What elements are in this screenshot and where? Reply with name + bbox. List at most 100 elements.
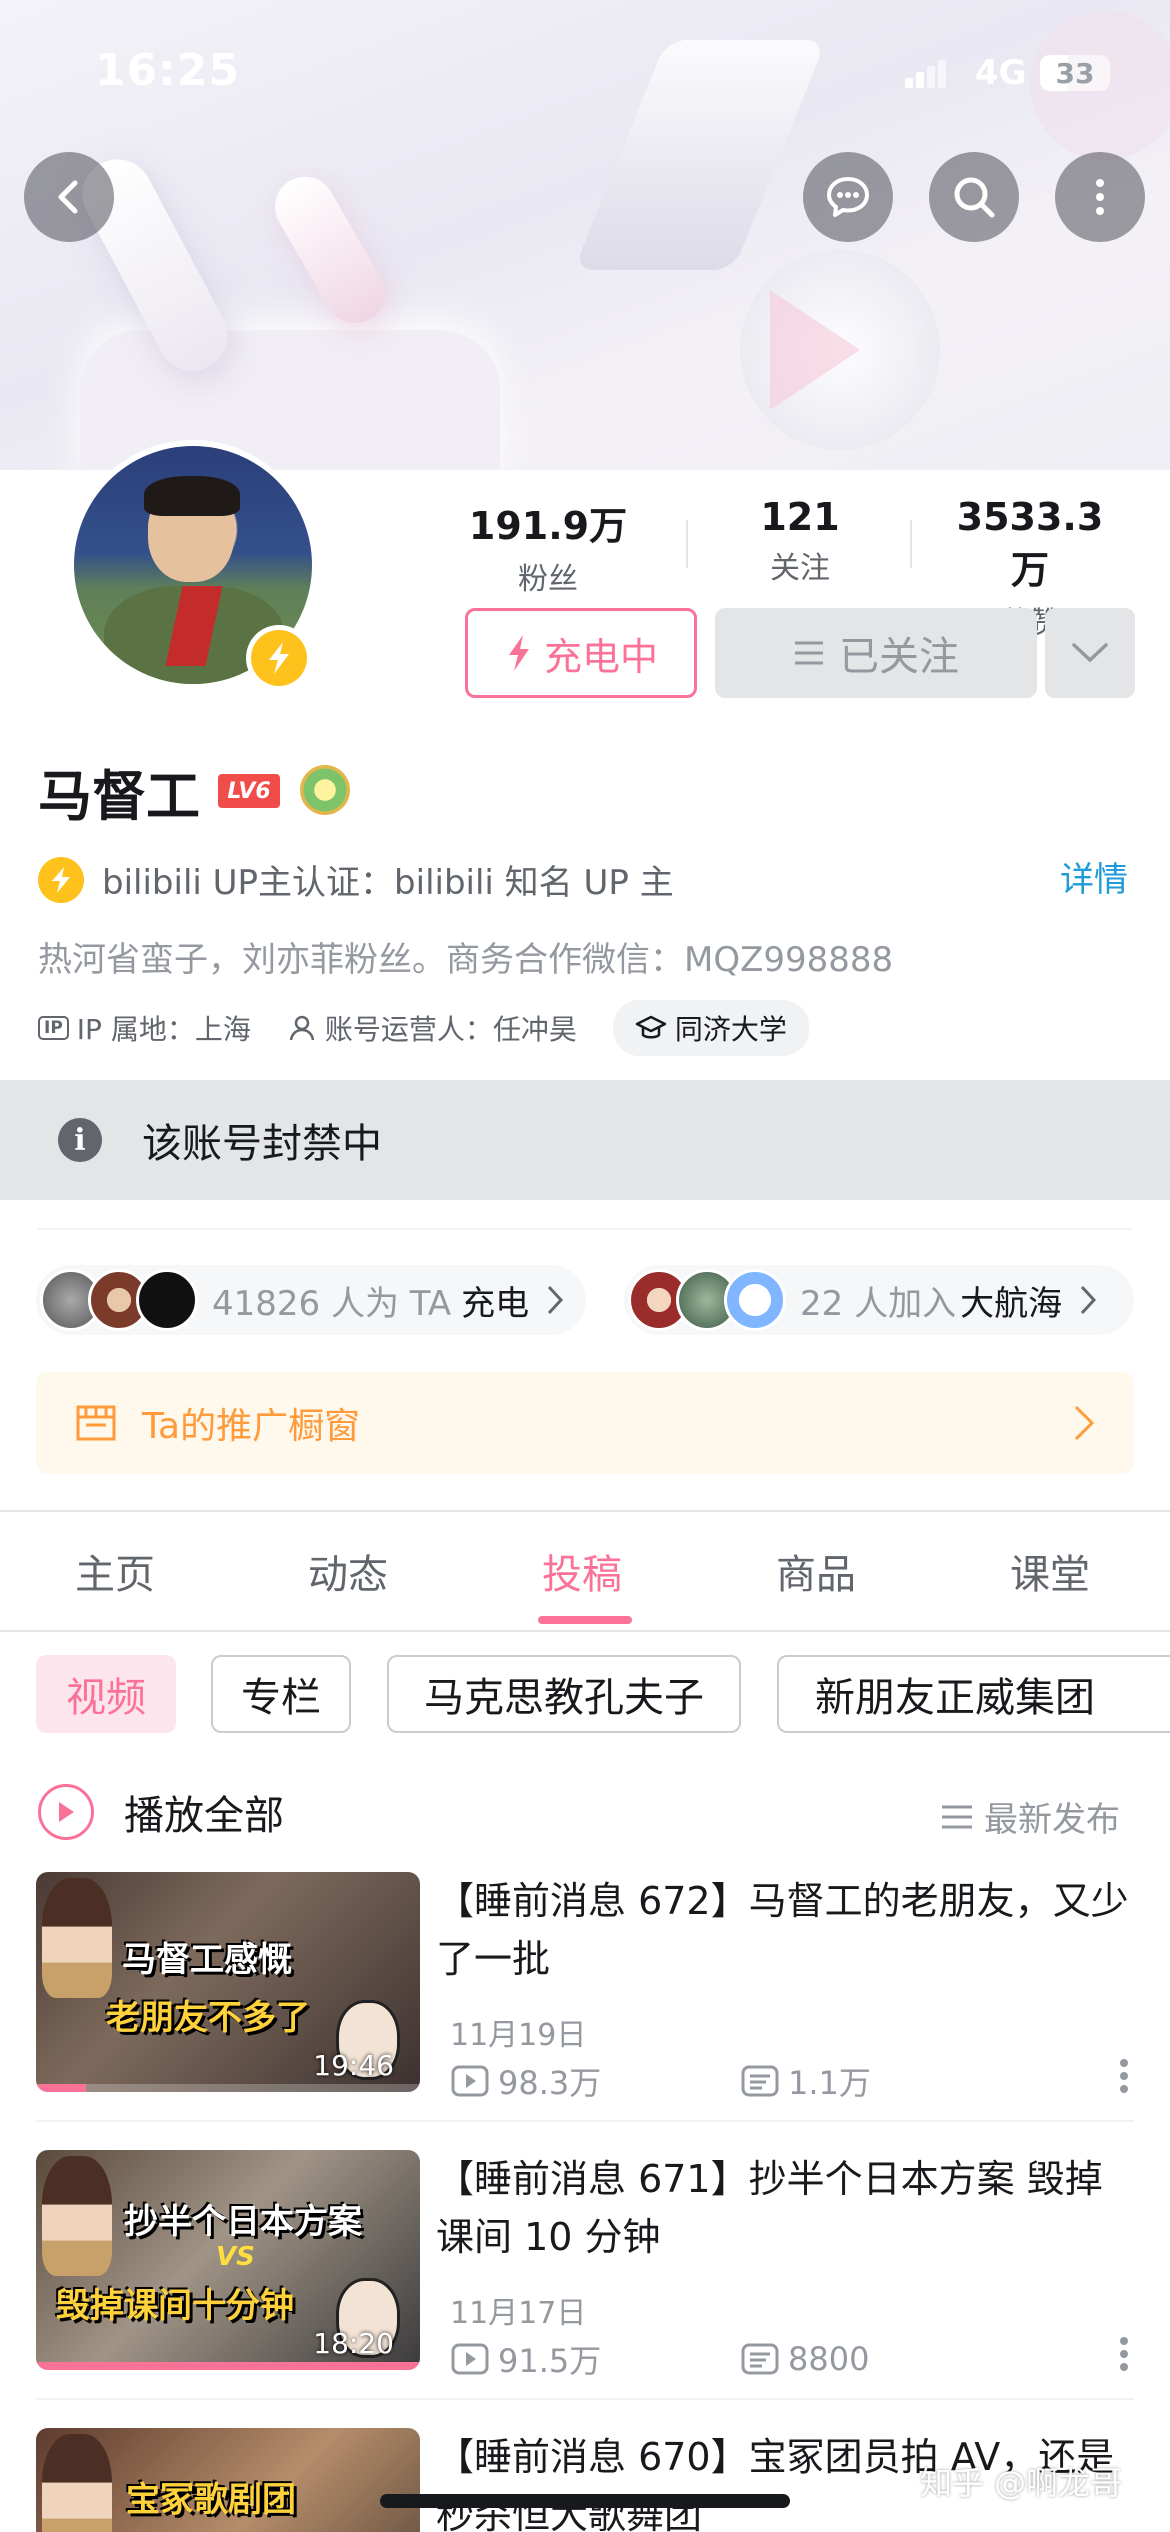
danmaku-count-text: 1.1万 <box>788 2064 871 2102</box>
watch-progress <box>36 2362 420 2370</box>
stat-label: 粉丝 <box>518 562 578 597</box>
school-text: 同济大学 <box>674 1013 787 1046</box>
info-icon: i <box>58 1118 102 1162</box>
active-tab-indicator <box>538 1616 632 1624</box>
play-all-button[interactable]: 播放全部 <box>38 1783 284 1841</box>
video-stats: 98.3万 1.1万 <box>450 2058 1140 2104</box>
stat-following[interactable]: 121 关注 <box>730 495 870 587</box>
thumbnail-caption: 抄半个日本方案 <box>124 2202 362 2242</box>
person-icon <box>289 1015 315 1041</box>
chevron-right-icon <box>1080 1285 1097 1315</box>
danmaku-count-text: 8800 <box>788 2340 870 2378</box>
banned-text: 该账号封禁中 <box>142 1121 382 1167</box>
shop-window-label: Ta的推广橱窗 <box>142 1406 361 1447</box>
danmaku-count: 8800 <box>740 2340 869 2378</box>
play-count-icon <box>451 2343 489 2375</box>
school-tag[interactable]: 同济大学 <box>612 1000 809 1056</box>
search-button[interactable] <box>929 152 1019 242</box>
video-duration: 19:46 <box>313 2049 394 2082</box>
storefront-icon <box>76 1405 116 1441</box>
tab-uploads[interactable]: 投稿 <box>542 1542 622 1600</box>
divider <box>38 1228 1132 1230</box>
account-operator[interactable]: 账号运营人：任冲昊 <box>287 1008 577 1048</box>
follow-dropdown-button[interactable] <box>1045 608 1135 698</box>
video-duration: 18:20 <box>313 2327 394 2360</box>
shop-window-banner[interactable]: Ta的推广橱窗 <box>36 1372 1134 1474</box>
view-count-text: 91.5万 <box>498 2342 602 2380</box>
more-button[interactable] <box>1055 152 1145 242</box>
view-count: 91.5万 <box>450 2336 601 2382</box>
divider <box>0 1630 1170 1632</box>
avatar <box>724 1269 786 1331</box>
danmaku-icon <box>741 2343 779 2375</box>
divider <box>686 520 688 568</box>
video-date: 11月17日 <box>450 2296 587 2331</box>
video-card[interactable]: 马督工感慨 老朋友不多了 19:46 【睡前消息 672】马督工的老朋友，又少了… <box>36 1872 1136 2102</box>
profile-tags: IP IP 属地：上海 账号运营人：任冲昊 同济大学 <box>38 1000 809 1056</box>
charge-button[interactable]: 充电中 <box>465 608 697 698</box>
stat-fans[interactable]: 191.9万 粉丝 <box>468 495 628 598</box>
charge-button-label: 充电中 <box>543 634 658 679</box>
charge-rank-pill[interactable]: 41826 人为 TA 充电 <box>36 1265 586 1335</box>
danmaku-icon <box>741 2065 779 2097</box>
battery-icon: 33 <box>1040 55 1110 91</box>
home-indicator[interactable] <box>380 2494 790 2508</box>
ip-location: IP IP 属地：上海 <box>38 1008 251 1048</box>
back-button[interactable] <box>24 152 114 242</box>
details-link[interactable]: 详情 <box>1060 852 1128 901</box>
sort-button[interactable]: 最新发布 <box>940 1792 1120 1841</box>
more-vertical-icon[interactable] <box>1120 2054 1130 2098</box>
charge-badge <box>246 625 312 691</box>
menu-icon <box>942 1805 972 1828</box>
charger-avatars <box>40 1269 198 1331</box>
tab-classroom[interactable]: 课堂 <box>1010 1542 1090 1600</box>
fleet-avatars <box>628 1269 786 1331</box>
battery-level: 33 <box>1055 57 1095 90</box>
divider <box>910 520 912 568</box>
video-title[interactable]: 【睡前消息 672】马督工的老朋友，又少了一批 <box>436 1872 1136 1988</box>
danmaku-count: 1.1万 <box>740 2058 871 2104</box>
charge-action: 充电 <box>461 1283 530 1324</box>
chevron-right-icon <box>1074 1405 1095 1441</box>
chip-collection[interactable]: 新朋友正威集团 <box>777 1655 1170 1733</box>
watermark: 知乎 @啊龙哥 <box>920 2464 1123 2502</box>
lightning-icon <box>508 635 529 671</box>
fleet-pill[interactable]: 22 人加入 大航海 <box>624 1265 1134 1335</box>
user-name: 马督工 <box>38 765 200 828</box>
follow-button[interactable]: 已关注 <box>715 608 1037 698</box>
graduation-cap-icon <box>635 1015 667 1039</box>
signal-icon <box>905 58 946 88</box>
video-thumbnail[interactable]: 抄半个日本方案 VS 毁掉课间十分钟 18:20 <box>36 2150 420 2370</box>
search-icon <box>954 177 995 218</box>
certification: bilibili UP主认证：bilibili 知名 UP 主 <box>38 855 674 904</box>
more-vertical-icon[interactable] <box>1120 2332 1130 2376</box>
chevron-right-icon <box>548 1285 564 1315</box>
follow-button-label: 已关注 <box>839 634 959 680</box>
play-all-label: 播放全部 <box>124 1793 284 1839</box>
chip-video[interactable]: 视频 <box>36 1655 176 1733</box>
tab-dynamics[interactable]: 动态 <box>308 1542 388 1600</box>
chat-bubble-icon <box>827 177 869 217</box>
banner-decoration <box>80 330 500 470</box>
video-thumbnail[interactable]: 宝冢歌剧团 <box>36 2428 420 2532</box>
chip-column[interactable]: 专栏 <box>211 1655 351 1733</box>
watch-progress <box>36 2084 86 2092</box>
lightning-icon <box>269 642 289 674</box>
banned-notice: i 该账号封禁中 <box>0 1080 1170 1200</box>
charge-count: 41826 人为 TA <box>212 1283 452 1324</box>
video-title[interactable]: 【睡前消息 671】抄半个日本方案 毁掉课间 10 分钟 <box>436 2150 1136 2266</box>
video-card[interactable]: 抄半个日本方案 VS 毁掉课间十分钟 18:20 【睡前消息 671】抄半个日本… <box>36 2150 1136 2380</box>
video-thumbnail[interactable]: 马督工感慨 老朋友不多了 19:46 <box>36 1872 420 2092</box>
message-button[interactable] <box>803 152 893 242</box>
tab-home[interactable]: 主页 <box>75 1542 155 1600</box>
status-time: 16:25 <box>95 45 241 96</box>
video-date: 11月19日 <box>450 2018 587 2053</box>
more-vertical-icon <box>1096 179 1104 215</box>
network-type: 4G <box>975 53 1027 93</box>
tab-goods[interactable]: 商品 <box>776 1542 856 1600</box>
banner-decoration <box>264 165 396 335</box>
chip-collection[interactable]: 马克思教孔夫子 <box>387 1655 741 1733</box>
medal-icon[interactable] <box>300 765 350 815</box>
stat-label: 关注 <box>770 551 830 586</box>
certification-text: bilibili UP主认证：bilibili 知名 UP 主 <box>102 863 674 903</box>
